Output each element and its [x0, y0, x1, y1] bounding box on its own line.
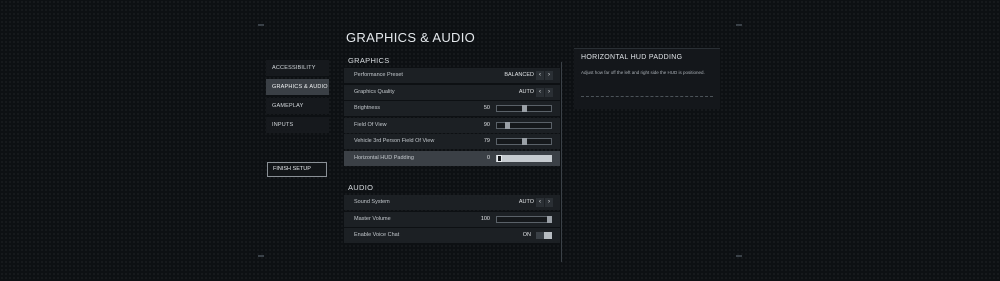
brightness-slider[interactable] — [496, 105, 552, 112]
option-selector: ‹ › — [536, 71, 553, 80]
setting-row-sound-system[interactable]: Sound System AUTO ‹ › — [344, 195, 560, 210]
setting-label: Vehicle 3rd Person Field Of View — [354, 138, 435, 144]
setting-label: Sound System — [354, 199, 390, 205]
setting-label: Performance Preset — [354, 72, 403, 78]
setting-label: Graphics Quality — [354, 88, 395, 95]
section-heading-graphics: GRAPHICS — [348, 56, 390, 65]
slider-knob[interactable] — [497, 154, 503, 162]
setting-value: 100 — [480, 215, 490, 222]
setting-value: 0 — [486, 154, 490, 161]
finish-setup-button[interactable]: FINISH SETUP — [267, 162, 327, 177]
setting-value: ON — [522, 232, 531, 238]
setting-row-performance-preset[interactable]: Performance Preset BALANCED ‹ › — [344, 68, 560, 83]
field-of-view-slider[interactable] — [496, 121, 552, 129]
nav-item-graphics-audio[interactable]: GRAPHICS & AUDIO — [266, 79, 329, 95]
info-divider — [581, 96, 713, 97]
info-panel: HORIZONTAL HUD PADDING Adjust how far of… — [574, 48, 720, 109]
setting-row-horizontal-hud-padding[interactable]: Horizontal HUD Padding 0 — [344, 150, 560, 166]
slider-knob[interactable] — [522, 105, 527, 112]
voice-chat-toggle[interactable] — [536, 232, 552, 239]
setting-row-enable-voice-chat[interactable]: Enable Voice Chat ON — [344, 228, 560, 243]
setting-label: Horizontal HUD Padding — [354, 154, 414, 161]
toggle-knob — [544, 232, 552, 239]
info-description: Adjust how far off the left and right si… — [581, 70, 705, 75]
nav-item-accessibility[interactable]: ACCESSIBILITY — [266, 60, 329, 76]
chevron-left-icon[interactable]: ‹ — [536, 71, 544, 80]
slider-knob[interactable] — [504, 121, 510, 129]
section-heading-audio: AUDIO — [348, 183, 374, 192]
setting-row-graphics-quality[interactable]: Graphics Quality AUTO ‹ › — [344, 84, 560, 100]
chevron-right-icon[interactable]: › — [545, 198, 553, 207]
frame-corner — [736, 24, 742, 26]
option-selector: ‹ › — [536, 87, 553, 97]
setting-label: Field Of View — [354, 121, 387, 128]
vehicle-fov-slider[interactable] — [496, 138, 552, 145]
chevron-left-icon[interactable]: ‹ — [536, 87, 544, 97]
info-title: HORIZONTAL HUD PADDING — [581, 54, 683, 61]
setting-row-brightness[interactable]: Brightness 50 — [344, 101, 560, 116]
setting-row-vehicle-fov[interactable]: Vehicle 3rd Person Field Of View 79 — [344, 134, 560, 149]
setting-label: Enable Voice Chat — [354, 232, 400, 238]
setting-value: 50 — [483, 105, 490, 111]
page-title: GRAPHICS & AUDIO — [346, 30, 476, 45]
chevron-right-icon[interactable]: › — [545, 87, 553, 97]
chevron-right-icon[interactable]: › — [545, 71, 553, 80]
frame-corner — [258, 255, 264, 257]
settings-nav: ACCESSIBILITY GRAPHICS & AUDIO GAMEPLAY … — [266, 60, 329, 136]
slider-knob[interactable] — [546, 215, 552, 223]
setting-value: AUTO — [518, 199, 534, 205]
chevron-left-icon[interactable]: ‹ — [536, 198, 544, 207]
setting-value: 79 — [483, 138, 490, 144]
setting-value: 90 — [483, 121, 490, 128]
hud-padding-slider[interactable] — [496, 154, 552, 162]
setting-label: Brightness — [354, 105, 380, 111]
frame-corner — [258, 24, 264, 26]
setting-row-master-volume[interactable]: Master Volume 100 — [344, 211, 560, 227]
frame-corner — [736, 255, 742, 257]
setting-value: BALANCED — [504, 72, 534, 78]
option-selector: ‹ › — [536, 198, 553, 207]
setting-label: Master Volume — [354, 215, 391, 222]
nav-item-inputs[interactable]: INPUTS — [266, 117, 329, 133]
master-volume-slider[interactable] — [496, 215, 552, 223]
nav-item-gameplay[interactable]: GAMEPLAY — [266, 98, 329, 114]
setting-value: AUTO — [518, 88, 534, 95]
settings-panel: GRAPHICS Performance Preset BALANCED ‹ ›… — [344, 54, 560, 264]
slider-knob[interactable] — [522, 138, 527, 145]
settings-scrollbar[interactable] — [561, 62, 562, 262]
setting-row-field-of-view[interactable]: Field Of View 90 — [344, 117, 560, 133]
